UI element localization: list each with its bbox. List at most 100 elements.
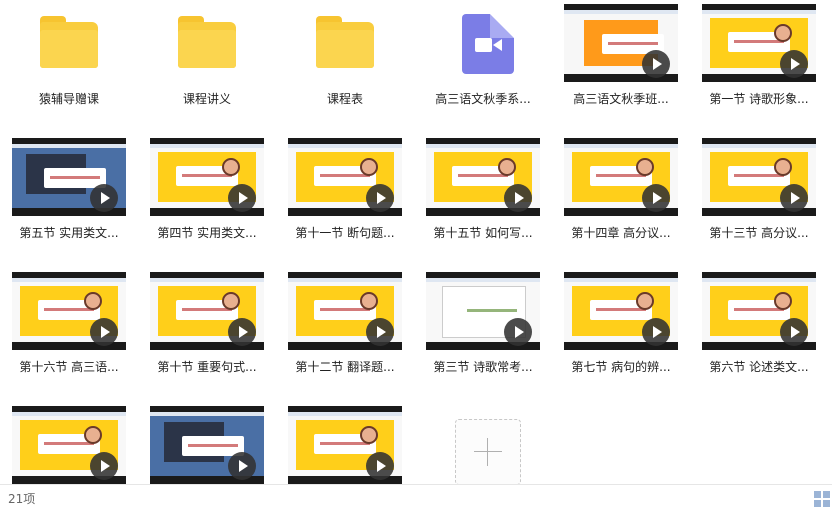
file-item[interactable]: 第一节 诗歌形象... [690, 0, 828, 130]
play-icon[interactable] [642, 318, 670, 346]
item-thumbnail [414, 268, 552, 350]
video-thumbnail [12, 272, 126, 350]
folder-item[interactable]: 课程表 [276, 0, 414, 130]
item-thumbnail [276, 0, 414, 82]
file-item[interactable]: 高三语文秋季班... [552, 0, 690, 130]
item-label: 高三语文秋季系... [435, 92, 531, 106]
file-item[interactable] [0, 402, 138, 484]
folder-icon [38, 16, 100, 68]
item-thumbnail [0, 402, 138, 484]
video-thumbnail [564, 138, 678, 216]
item-label: 第十五节 如何写... [433, 226, 533, 240]
item-thumbnail [690, 0, 828, 82]
file-item[interactable]: 第十一节 断句题... [276, 134, 414, 264]
play-icon[interactable] [504, 184, 532, 212]
item-thumbnail [276, 402, 414, 484]
folder-icon [176, 16, 238, 68]
play-icon[interactable] [228, 452, 256, 480]
file-item[interactable]: 第三节 诗歌常考... [414, 268, 552, 398]
file-item[interactable]: 第四节 实用类文... [138, 134, 276, 264]
item-thumbnail [690, 134, 828, 216]
item-count: 21项 [8, 492, 36, 506]
item-label: 第十六节 高三语... [19, 360, 119, 374]
video-thumbnail [12, 138, 126, 216]
file-item[interactable] [276, 402, 414, 484]
play-icon[interactable] [780, 184, 808, 212]
play-icon[interactable] [642, 50, 670, 78]
item-label: 第十三节 高分议... [709, 226, 809, 240]
item-thumbnail [0, 268, 138, 350]
video-thumbnail [288, 406, 402, 484]
play-icon[interactable] [366, 184, 394, 212]
item-label: 第五节 实用类文... [19, 226, 119, 240]
play-icon[interactable] [90, 318, 118, 346]
item-thumbnail [552, 134, 690, 216]
item-thumbnail [552, 268, 690, 350]
folder-item[interactable]: 课程讲义 [138, 0, 276, 130]
item-thumbnail [276, 268, 414, 350]
grid-view-icon[interactable] [814, 491, 830, 507]
file-item[interactable]: 第七节 病句的辨... [552, 268, 690, 398]
item-thumbnail [0, 0, 138, 82]
file-item[interactable] [138, 402, 276, 484]
video-thumbnail [702, 4, 816, 82]
item-label: 第十二节 翻译题... [295, 360, 395, 374]
video-thumbnail [702, 272, 816, 350]
play-icon[interactable] [366, 318, 394, 346]
add-file-button[interactable] [455, 419, 521, 485]
folder-item[interactable]: 猿辅导赠课 [0, 0, 138, 130]
status-bar: 21项 [0, 484, 832, 510]
item-label: 第一节 诗歌形象... [709, 92, 809, 106]
item-label: 第六节 论述类文... [709, 360, 809, 374]
play-icon[interactable] [90, 184, 118, 212]
video-thumbnail [12, 406, 126, 484]
item-thumbnail [138, 0, 276, 82]
file-item[interactable]: 第五节 实用类文... [0, 134, 138, 264]
file-item[interactable]: 第十四章 高分议... [552, 134, 690, 264]
item-thumbnail [0, 134, 138, 216]
play-icon[interactable] [642, 184, 670, 212]
item-thumbnail [138, 268, 276, 350]
video-thumbnail [150, 272, 264, 350]
item-label: 第三节 诗歌常考... [433, 360, 533, 374]
file-item[interactable]: 第十六节 高三语... [0, 268, 138, 398]
item-thumbnail [552, 0, 690, 82]
item-label: 第四节 实用类文... [157, 226, 257, 240]
item-label: 课程讲义 [182, 92, 231, 106]
video-file-icon [462, 14, 514, 74]
item-thumbnail [414, 134, 552, 216]
file-item[interactable]: 第十三节 高分议... [690, 134, 828, 264]
file-item[interactable]: 第十二节 翻译题... [276, 268, 414, 398]
video-thumbnail [426, 138, 540, 216]
play-icon[interactable] [228, 184, 256, 212]
folder-icon [314, 16, 376, 68]
file-item[interactable]: 第六节 论述类文... [690, 268, 828, 398]
item-thumbnail [414, 0, 552, 82]
file-grid: 猿辅导赠课 课程讲义 课程表 高三语文秋季系... 高三语文秋季班... 第一节 诗歌形象… [0, 0, 832, 484]
video-thumbnail [426, 272, 540, 350]
file-item[interactable]: 第十节 重要句式... [138, 268, 276, 398]
video-thumbnail [702, 138, 816, 216]
play-icon[interactable] [90, 452, 118, 480]
video-thumbnail [564, 272, 678, 350]
video-thumbnail [288, 138, 402, 216]
item-label: 猿辅导赠课 [38, 92, 99, 106]
play-icon[interactable] [780, 50, 808, 78]
video-thumbnail [564, 4, 678, 82]
item-label: 高三语文秋季班... [573, 92, 669, 106]
video-thumbnail [288, 272, 402, 350]
item-thumbnail [138, 134, 276, 216]
item-label: 第十四章 高分议... [571, 226, 671, 240]
video-thumbnail [150, 406, 264, 484]
play-icon[interactable] [780, 318, 808, 346]
item-thumbnail [276, 134, 414, 216]
file-item[interactable]: 第十五节 如何写... [414, 134, 552, 264]
item-thumbnail [690, 268, 828, 350]
file-item[interactable]: 高三语文秋季系... [414, 0, 552, 130]
plus-icon [474, 451, 502, 452]
item-label: 第十节 重要句式... [157, 360, 257, 374]
play-icon[interactable] [504, 318, 532, 346]
video-thumbnail [150, 138, 264, 216]
play-icon[interactable] [366, 452, 394, 480]
play-icon[interactable] [228, 318, 256, 346]
